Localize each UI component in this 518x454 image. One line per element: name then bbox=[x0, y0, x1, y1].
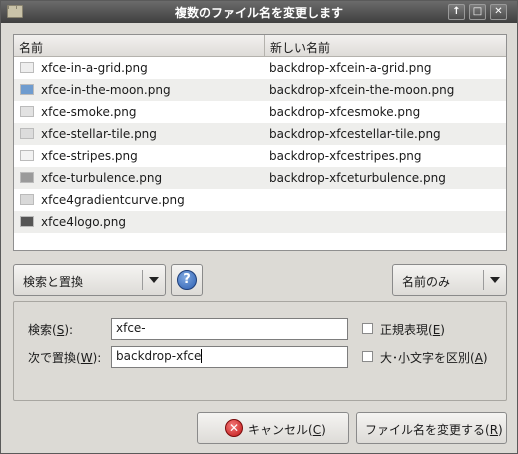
list-item[interactable]: xfce-in-a-grid.png backdrop-xfcein-a-gri… bbox=[14, 57, 506, 79]
combo-separator bbox=[483, 270, 484, 290]
file-list[interactable]: 名前 新しい名前 xfce-in-a-grid.png backdrop-xfc… bbox=[13, 34, 507, 251]
thumbnail-icon bbox=[20, 216, 34, 227]
column-header-new-name[interactable]: 新しい名前 bbox=[265, 35, 506, 57]
file-name: xfce-stripes.png bbox=[41, 149, 138, 163]
name-scope-combo[interactable]: 名前のみ bbox=[392, 264, 507, 296]
rename-button[interactable]: ファイル名を変更する(R) bbox=[356, 412, 507, 444]
thumbnail-icon bbox=[20, 62, 34, 73]
file-name: xfce-in-the-moon.png bbox=[41, 83, 171, 97]
column-header-name[interactable]: 名前 bbox=[14, 35, 265, 57]
list-item[interactable]: xfce-in-the-moon.png backdrop-xfcein-the… bbox=[14, 79, 506, 101]
replace-input[interactable]: backdrop-xfce bbox=[111, 346, 348, 368]
cancel-button[interactable]: ✕ キャンセル(C) bbox=[197, 412, 349, 444]
thumbnail-icon bbox=[20, 172, 34, 183]
thumbnail-icon bbox=[20, 128, 34, 139]
text-caret bbox=[201, 349, 203, 363]
help-button[interactable]: ? bbox=[171, 264, 203, 296]
cancel-icon: ✕ bbox=[225, 419, 243, 437]
file-name: xfce-smoke.png bbox=[41, 105, 137, 119]
list-item[interactable]: xfce-stellar-tile.png backdrop-xfcestell… bbox=[14, 123, 506, 145]
file-name: xfce-turbulence.png bbox=[41, 171, 163, 185]
file-name: xfce-stellar-tile.png bbox=[41, 127, 157, 141]
new-file-name: backdrop-xfcestripes.png bbox=[269, 149, 422, 163]
thumbnail-icon bbox=[20, 150, 34, 161]
search-input[interactable]: xfce- bbox=[111, 318, 348, 340]
new-file-name: backdrop-xfceturbulence.png bbox=[269, 171, 446, 185]
thumbnail-icon bbox=[20, 106, 34, 117]
rename-button-label: ファイル名を変更する(R) bbox=[365, 423, 503, 437]
file-name: xfce4gradientcurve.png bbox=[41, 193, 185, 207]
replace-label: 次で置換(W): bbox=[28, 351, 102, 365]
new-file-name: backdrop-xfcein-a-grid.png bbox=[269, 61, 432, 75]
chevron-down-icon bbox=[490, 277, 500, 283]
new-file-name: backdrop-xfcesmoke.png bbox=[269, 105, 421, 119]
shade-button[interactable]: ↑ bbox=[448, 4, 465, 20]
combo-separator bbox=[142, 270, 143, 290]
file-name: xfce4logo.png bbox=[41, 215, 127, 229]
close-button[interactable]: ✕ bbox=[490, 4, 507, 20]
search-label: 検索(S): bbox=[28, 323, 74, 337]
search-replace-group: 検索(S): xfce- 次で置換(W): backdrop-xfce 正規表現… bbox=[13, 301, 507, 401]
case-sensitive-checkbox[interactable] bbox=[362, 351, 373, 362]
regex-label[interactable]: 正規表現(E) bbox=[380, 321, 445, 338]
list-item[interactable]: xfce4gradientcurve.png bbox=[14, 189, 506, 211]
new-file-name: backdrop-xfcein-the-moon.png bbox=[269, 83, 455, 97]
list-item[interactable]: xfce-stripes.png backdrop-xfcestripes.pn… bbox=[14, 145, 506, 167]
list-header: 名前 新しい名前 bbox=[14, 35, 506, 57]
name-scope-combo-value: 名前のみ bbox=[402, 275, 451, 289]
list-item[interactable]: xfce-turbulence.png backdrop-xfceturbule… bbox=[14, 167, 506, 189]
window-title: 複数のファイル名を変更します bbox=[174, 6, 343, 20]
case-sensitive-label[interactable]: 大･小文字を区別(A) bbox=[380, 349, 488, 366]
question-icon: ? bbox=[177, 270, 197, 290]
file-name: xfce-in-a-grid.png bbox=[41, 61, 148, 75]
new-file-name: backdrop-xfcestellar-tile.png bbox=[269, 127, 441, 141]
title-bar[interactable]: 複数のファイル名を変更します ↑ □ ✕ bbox=[1, 1, 517, 23]
maximize-button[interactable]: □ bbox=[469, 4, 486, 20]
chevron-down-icon bbox=[149, 277, 159, 283]
cancel-button-label: キャンセル(C) bbox=[248, 423, 326, 437]
mode-combo-value: 検索と置換 bbox=[23, 275, 84, 289]
thumbnail-icon bbox=[20, 194, 34, 205]
rename-dialog: 複数のファイル名を変更します ↑ □ ✕ 名前 新しい名前 xfce-in-a-… bbox=[0, 0, 518, 454]
list-item[interactable]: xfce4logo.png bbox=[14, 211, 506, 233]
mode-combo[interactable]: 検索と置換 bbox=[13, 264, 166, 296]
thumbnail-icon bbox=[20, 84, 34, 95]
list-item[interactable]: xfce-smoke.png backdrop-xfcesmoke.png bbox=[14, 101, 506, 123]
regex-checkbox[interactable] bbox=[362, 323, 373, 334]
